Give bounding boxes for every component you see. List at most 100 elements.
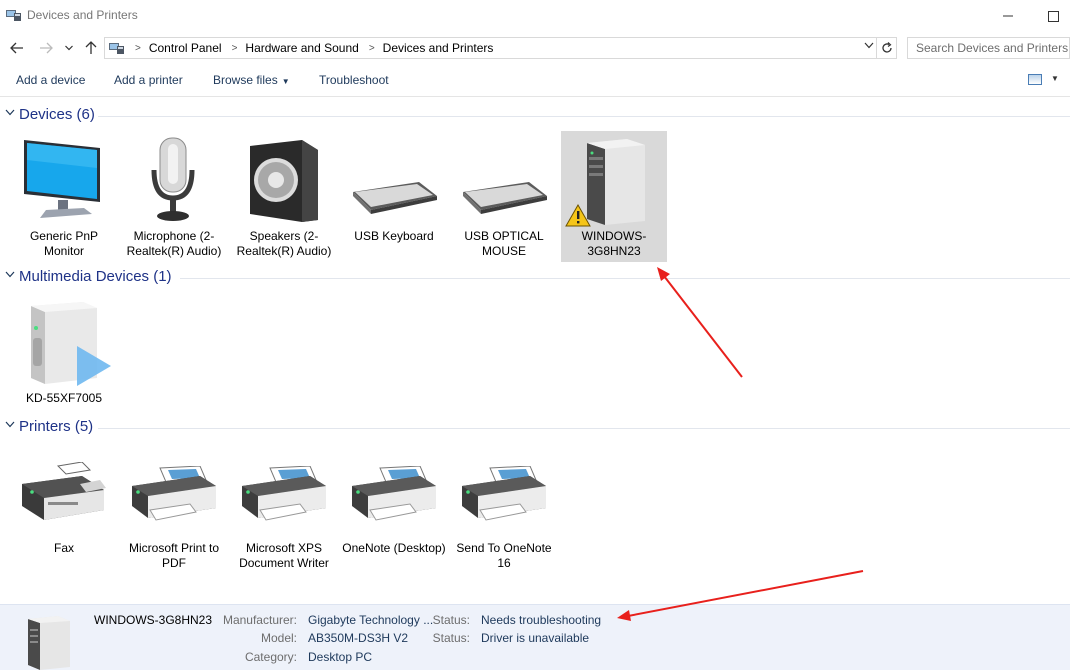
forward-button[interactable] <box>36 38 56 58</box>
printer-icon <box>132 466 216 521</box>
fax-icon <box>22 462 106 520</box>
device-item[interactable]: KD-55XF7005 <box>11 292 117 410</box>
details-status-value: Needs troubleshooting <box>481 613 602 627</box>
warning-icon <box>565 204 591 227</box>
address-bar[interactable]: > Control Panel > Hardware and Sound > D… <box>104 37 877 59</box>
device-item-selected[interactable]: WINDOWS-3G8HN23 <box>561 131 667 262</box>
group-title: Devices (6) <box>19 106 95 123</box>
details-manufacturer-key: Manufacturer: <box>222 613 297 627</box>
maximize-icon <box>1047 10 1059 22</box>
change-view-button[interactable] <box>1028 74 1042 85</box>
troubleshoot-button[interactable]: Troubleshoot <box>319 73 389 87</box>
maximize-button[interactable] <box>1030 4 1070 28</box>
navigation-bar: > Control Panel > Hardware and Sound > D… <box>0 34 1070 62</box>
device-label: KD-55XF7005 <box>25 391 103 405</box>
chevron-down-icon: ▼ <box>281 77 290 86</box>
details-status-value: Driver is unavailable <box>481 631 590 645</box>
command-bar: Add a device Add a printer Browse files ▼… <box>0 64 1070 97</box>
recent-locations-button[interactable] <box>62 38 76 58</box>
breadcrumb-separator-icon[interactable]: > <box>135 43 141 54</box>
printer-icon <box>352 466 436 521</box>
collapse-chevron-icon[interactable] <box>5 420 15 431</box>
search-input[interactable]: Search Devices and Printers <box>907 37 1070 59</box>
title-bar: Devices and Printers <box>0 0 1070 32</box>
device-label: USB Keyboard <box>354 229 434 243</box>
keyboard-icon <box>463 182 547 214</box>
details-status-key: Status: <box>432 613 470 627</box>
add-device-button[interactable]: Add a device <box>16 73 85 87</box>
printer-label: Fax <box>53 541 74 555</box>
details-model-value: AB350M-DS3H V2 <box>308 631 409 645</box>
device-item[interactable]: USB OPTICAL MOUSE <box>451 130 557 262</box>
computer-tower-icon <box>28 616 70 670</box>
printer-item[interactable]: Fax <box>11 444 117 574</box>
devices-printers-app-icon <box>6 10 21 21</box>
devices-printers-icon <box>109 43 124 54</box>
minimize-icon <box>1003 15 1013 17</box>
printer-item[interactable]: Microsoft Print to PDF <box>121 444 227 574</box>
back-button[interactable] <box>7 38 27 58</box>
printer-item[interactable]: Microsoft XPS Document Writer <box>231 444 337 574</box>
collapse-chevron-icon[interactable] <box>5 108 15 119</box>
chevron-down-icon <box>65 45 73 51</box>
browse-files-label: Browse files <box>213 73 278 87</box>
add-printer-button[interactable]: Add a printer <box>114 73 183 87</box>
devices-content-pane: Devices (6) Generic PnP Monitor Micropho… <box>0 98 1070 604</box>
device-label: Generic PnP Monitor <box>29 229 99 258</box>
group-divider <box>98 428 1070 429</box>
up-button[interactable] <box>82 38 100 58</box>
device-item[interactable]: Speakers (2- Realtek(R) Audio) <box>231 130 337 262</box>
minimize-button[interactable] <box>985 4 1031 28</box>
device-item[interactable]: Generic PnP Monitor <box>11 130 117 262</box>
group-title: Printers (5) <box>19 418 94 435</box>
refresh-button[interactable] <box>877 37 897 59</box>
back-arrow-icon <box>10 42 23 54</box>
collapse-chevron-icon[interactable] <box>5 270 15 281</box>
printer-icon <box>462 466 546 521</box>
breadcrumb-control-panel[interactable]: Control Panel <box>149 41 222 55</box>
device-item[interactable]: Microphone (2- Realtek(R) Audio) <box>121 130 227 262</box>
media-device-icon <box>31 302 111 386</box>
details-model-key: Model: <box>260 631 297 645</box>
speaker-icon <box>250 140 318 222</box>
printer-label: Send To OneNote 16 <box>456 541 552 570</box>
device-label: WINDOWS-3G8HN23 <box>581 229 647 258</box>
printer-label: Microsoft XPS Document Writer <box>239 541 329 570</box>
details-category-key: Category: <box>244 650 297 664</box>
address-dropdown-button[interactable] <box>864 41 874 52</box>
device-item[interactable]: USB Keyboard <box>341 130 447 262</box>
breadcrumb-separator-icon[interactable]: > <box>232 43 238 54</box>
monitor-icon <box>24 140 100 218</box>
browse-files-button[interactable]: Browse files ▼ <box>213 73 290 87</box>
details-category-value: Desktop PC <box>308 650 373 664</box>
details-manufacturer-value: Gigabyte Technology ... <box>308 613 434 627</box>
forward-arrow-icon <box>40 42 53 54</box>
group-title: Multimedia Devices (1) <box>19 268 172 285</box>
chevron-down-icon <box>864 42 874 49</box>
search-placeholder: Search Devices and Printers <box>916 41 1069 55</box>
details-device-name: WINDOWS-3G8HN23 <box>94 613 213 627</box>
device-label: Speakers (2- Realtek(R) Audio) <box>236 229 332 258</box>
group-divider <box>98 116 1070 117</box>
printer-label: OneNote (Desktop) <box>342 541 446 555</box>
group-header-devices[interactable]: Devices (6) <box>0 106 1070 126</box>
device-label: USB OPTICAL MOUSE <box>464 229 544 258</box>
group-divider <box>180 278 1070 279</box>
details-status-key: Status: <box>432 631 470 645</box>
microphone-icon <box>151 137 195 221</box>
device-label: Microphone (2- Realtek(R) Audio) <box>126 229 222 258</box>
printer-item[interactable]: OneNote (Desktop) <box>341 444 447 574</box>
breadcrumb-separator-icon[interactable]: > <box>369 43 375 54</box>
window-title: Devices and Printers <box>27 8 138 22</box>
breadcrumb-hardware-and-sound[interactable]: Hardware and Sound <box>245 41 358 55</box>
printer-item[interactable]: Send To OneNote 16 <box>451 444 557 574</box>
refresh-icon <box>881 42 892 53</box>
details-pane: WINDOWS-3G8HN23 Manufacturer: Gigabyte T… <box>0 604 1070 670</box>
group-header-printers[interactable]: Printers (5) <box>0 418 1070 438</box>
group-header-multimedia[interactable]: Multimedia Devices (1) <box>0 268 1070 288</box>
printer-icon <box>242 466 326 521</box>
up-arrow-icon <box>85 41 97 54</box>
keyboard-icon <box>353 182 437 214</box>
breadcrumb-devices-and-printers[interactable]: Devices and Printers <box>383 41 494 55</box>
view-options-chevron-icon[interactable]: ▼ <box>1051 74 1059 83</box>
